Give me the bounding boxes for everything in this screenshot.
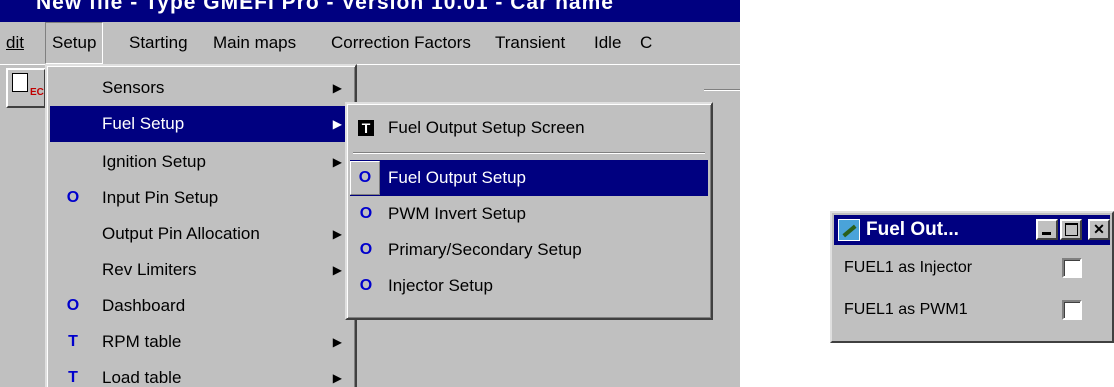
menu-edit[interactable]: dit: [0, 22, 30, 64]
setup-menu: Sensors ▶ Fuel Setup ▶ Ignition Setup ▶ …: [45, 64, 357, 387]
toolbar-divider: [704, 89, 740, 91]
menu-c[interactable]: C: [634, 22, 658, 64]
table-marker-icon: T: [68, 369, 78, 386]
submenu-arrow-icon: ▶: [332, 227, 342, 241]
menu-item-load-table[interactable]: T Load table ▶: [50, 360, 352, 387]
toolbar-badge: EC: [30, 87, 44, 98]
form-marker-icon: O: [359, 277, 373, 294]
table-marker-icon: T: [68, 333, 78, 350]
submenu-arrow-icon: ▶: [332, 81, 342, 95]
fuel1-injector-label: FUEL1 as Injector: [844, 259, 973, 276]
fuel-output-dialog: Fuel Out... ✕ FUEL1 as Injector FUEL1 as…: [830, 211, 1114, 343]
submenu-arrow-icon: ▶: [332, 371, 342, 385]
menu-item-fuel-output-setup-screen[interactable]: T Fuel Output Setup Screen: [350, 110, 708, 146]
fuel-setup-submenu: T Fuel Output Setup Screen O Fuel Output…: [345, 102, 713, 320]
dialog-title-bar[interactable]: Fuel Out... ✕: [834, 215, 1110, 245]
form-marker-icon: O: [359, 241, 373, 258]
menu-item-rev-limiters[interactable]: Rev Limiters ▶: [50, 252, 352, 288]
menu-main-maps[interactable]: Main maps: [207, 22, 302, 64]
submenu-arrow-icon: ▶: [332, 335, 342, 349]
close-icon: ✕: [1093, 221, 1105, 237]
form-marker-icon: O: [66, 189, 80, 206]
submenu-arrow-icon: ▶: [332, 155, 342, 169]
menu-bar: dit Setup Starting Main maps Correction …: [0, 22, 740, 64]
menu-item-rpm-table[interactable]: T RPM table ▶: [50, 324, 352, 360]
app-icon: [838, 219, 860, 241]
title-bar: New file - Type GMEFI Pro - Version 10.0…: [0, 0, 740, 22]
menu-item-fuel-setup[interactable]: Fuel Setup ▶: [50, 106, 352, 142]
form-marker-icon: O: [350, 161, 380, 195]
submenu-arrow-icon: ▶: [332, 263, 342, 277]
fuel1-injector-checkbox[interactable]: [1062, 258, 1082, 278]
maximize-button[interactable]: [1060, 219, 1082, 240]
menu-transient[interactable]: Transient: [489, 22, 571, 64]
menu-item-fuel-output-setup[interactable]: O Fuel Output Setup: [350, 160, 708, 196]
menu-setup[interactable]: Setup: [45, 22, 104, 64]
menu-item-output-pin-allocation[interactable]: Output Pin Allocation ▶: [50, 216, 352, 252]
close-button[interactable]: ✕: [1088, 219, 1110, 240]
main-window: New file - Type GMEFI Pro - Version 10.0…: [0, 0, 740, 387]
minimize-button[interactable]: [1036, 219, 1058, 240]
window-title: New file - Type GMEFI Pro - Version 10.0…: [36, 0, 614, 14]
toolbar-button[interactable]: EC: [6, 68, 46, 108]
menu-item-ignition-setup[interactable]: Ignition Setup ▶: [50, 144, 352, 180]
document-icon: [12, 73, 28, 92]
fuel1-pwm1-label: FUEL1 as PWM1: [844, 301, 968, 318]
menu-item-pwm-invert-setup[interactable]: O PWM Invert Setup: [350, 196, 708, 232]
menu-item-primary-secondary-setup[interactable]: O Primary/Secondary Setup: [350, 232, 708, 268]
menu-item-sensors[interactable]: Sensors ▶: [50, 70, 352, 106]
menu-separator: [353, 152, 705, 154]
form-marker-icon: O: [359, 205, 373, 222]
menu-item-input-pin-setup[interactable]: O Input Pin Setup: [50, 180, 352, 216]
screen-marker-icon: T: [358, 120, 374, 136]
menu-idle[interactable]: Idle: [588, 22, 627, 64]
form-marker-icon: O: [66, 297, 80, 314]
menu-starting[interactable]: Starting: [123, 22, 194, 64]
menu-item-injector-setup[interactable]: O Injector Setup: [350, 268, 708, 304]
dialog-title: Fuel Out...: [866, 219, 959, 240]
menu-correction-factors[interactable]: Correction Factors: [325, 22, 477, 64]
fuel1-pwm1-checkbox[interactable]: [1062, 300, 1082, 320]
menu-item-dashboard[interactable]: O Dashboard: [50, 288, 352, 324]
submenu-arrow-icon: ▶: [332, 117, 342, 131]
